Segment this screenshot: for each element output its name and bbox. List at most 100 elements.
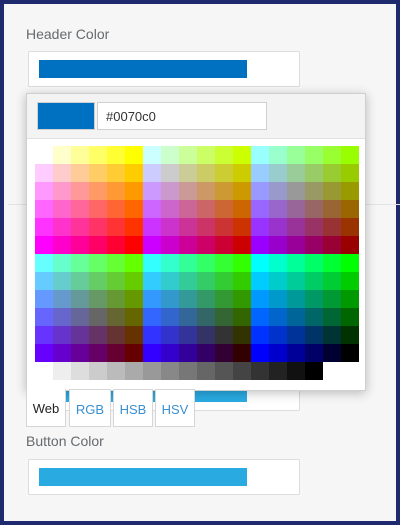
palette-swatch[interactable] (143, 362, 161, 380)
palette-swatch[interactable] (125, 146, 143, 164)
palette-swatch[interactable] (143, 254, 161, 272)
palette-swatch[interactable] (287, 200, 305, 218)
palette-swatch[interactable] (215, 344, 233, 362)
palette-swatch[interactable] (233, 308, 251, 326)
palette-swatch[interactable] (269, 308, 287, 326)
palette-swatch[interactable] (305, 218, 323, 236)
palette-swatch[interactable] (107, 182, 125, 200)
palette-swatch[interactable] (35, 272, 53, 290)
palette-swatch[interactable] (53, 326, 71, 344)
palette-swatch[interactable] (233, 272, 251, 290)
palette-swatch[interactable] (179, 164, 197, 182)
palette-swatch[interactable] (107, 362, 125, 380)
palette-swatch[interactable] (197, 218, 215, 236)
palette-swatch[interactable] (215, 272, 233, 290)
palette-swatch[interactable] (179, 326, 197, 344)
palette-swatch[interactable] (125, 344, 143, 362)
palette-swatch[interactable] (179, 200, 197, 218)
palette-swatch[interactable] (251, 182, 269, 200)
palette-swatch[interactable] (323, 362, 341, 380)
palette-swatch[interactable] (251, 146, 269, 164)
palette-swatch[interactable] (125, 236, 143, 254)
palette-swatch[interactable] (251, 326, 269, 344)
palette-swatch[interactable] (287, 308, 305, 326)
header-color-field[interactable] (28, 51, 300, 87)
palette-swatch[interactable] (71, 236, 89, 254)
palette-swatch[interactable] (53, 182, 71, 200)
button-color-field[interactable] (28, 459, 300, 495)
palette-swatch[interactable] (71, 308, 89, 326)
palette-swatch[interactable] (305, 146, 323, 164)
palette-swatch[interactable] (341, 218, 359, 236)
palette-swatch[interactable] (179, 236, 197, 254)
palette-swatch[interactable] (71, 254, 89, 272)
palette-swatch[interactable] (53, 308, 71, 326)
palette-swatch[interactable] (197, 326, 215, 344)
palette-swatch[interactable] (251, 236, 269, 254)
palette-swatch[interactable] (125, 308, 143, 326)
palette-swatch[interactable] (89, 164, 107, 182)
palette-swatch[interactable] (125, 290, 143, 308)
palette-swatch[interactable] (269, 182, 287, 200)
palette-swatch[interactable] (161, 236, 179, 254)
palette-swatch[interactable] (305, 272, 323, 290)
palette-swatch[interactable] (161, 254, 179, 272)
palette-swatch[interactable] (179, 344, 197, 362)
palette-swatch[interactable] (143, 164, 161, 182)
palette-swatch[interactable] (269, 200, 287, 218)
palette-swatch[interactable] (305, 308, 323, 326)
palette-swatch[interactable] (107, 200, 125, 218)
palette-swatch[interactable] (233, 218, 251, 236)
palette-swatch[interactable] (89, 308, 107, 326)
palette-swatch[interactable] (107, 164, 125, 182)
palette-swatch[interactable] (35, 146, 53, 164)
palette-swatch[interactable] (71, 146, 89, 164)
palette-swatch[interactable] (323, 254, 341, 272)
palette-swatch[interactable] (71, 326, 89, 344)
palette-swatch[interactable] (161, 200, 179, 218)
palette-swatch[interactable] (161, 164, 179, 182)
palette-swatch[interactable] (35, 200, 53, 218)
palette-swatch[interactable] (287, 236, 305, 254)
palette-swatch[interactable] (35, 236, 53, 254)
palette-swatch[interactable] (143, 218, 161, 236)
palette-swatch[interactable] (323, 344, 341, 362)
palette-swatch[interactable] (215, 164, 233, 182)
palette-swatch[interactable] (251, 308, 269, 326)
palette-swatch[interactable] (323, 290, 341, 308)
palette-swatch[interactable] (125, 218, 143, 236)
palette-swatch[interactable] (71, 290, 89, 308)
palette-swatch[interactable] (233, 326, 251, 344)
palette-swatch[interactable] (179, 308, 197, 326)
palette-swatch[interactable] (53, 200, 71, 218)
palette-swatch[interactable] (341, 290, 359, 308)
palette-swatch[interactable] (35, 254, 53, 272)
palette-swatch[interactable] (71, 164, 89, 182)
palette-swatch[interactable] (161, 218, 179, 236)
palette-swatch[interactable] (251, 254, 269, 272)
web-color-palette[interactable] (35, 146, 359, 380)
palette-swatch[interactable] (215, 200, 233, 218)
tab-hsb[interactable]: HSB (113, 389, 153, 427)
palette-swatch[interactable] (53, 362, 71, 380)
palette-swatch[interactable] (107, 146, 125, 164)
palette-swatch[interactable] (125, 164, 143, 182)
palette-swatch[interactable] (53, 236, 71, 254)
palette-swatch[interactable] (35, 326, 53, 344)
palette-swatch[interactable] (233, 146, 251, 164)
tab-hsv[interactable]: HSV (155, 389, 195, 427)
palette-swatch[interactable] (305, 344, 323, 362)
palette-swatch[interactable] (215, 182, 233, 200)
palette-swatch[interactable] (107, 326, 125, 344)
palette-swatch[interactable] (305, 362, 323, 380)
palette-swatch[interactable] (89, 182, 107, 200)
palette-swatch[interactable] (35, 164, 53, 182)
palette-swatch[interactable] (323, 308, 341, 326)
palette-swatch[interactable] (341, 272, 359, 290)
palette-swatch[interactable] (71, 218, 89, 236)
palette-swatch[interactable] (125, 200, 143, 218)
palette-swatch[interactable] (35, 218, 53, 236)
palette-swatch[interactable] (89, 362, 107, 380)
palette-swatch[interactable] (305, 326, 323, 344)
palette-swatch[interactable] (323, 164, 341, 182)
